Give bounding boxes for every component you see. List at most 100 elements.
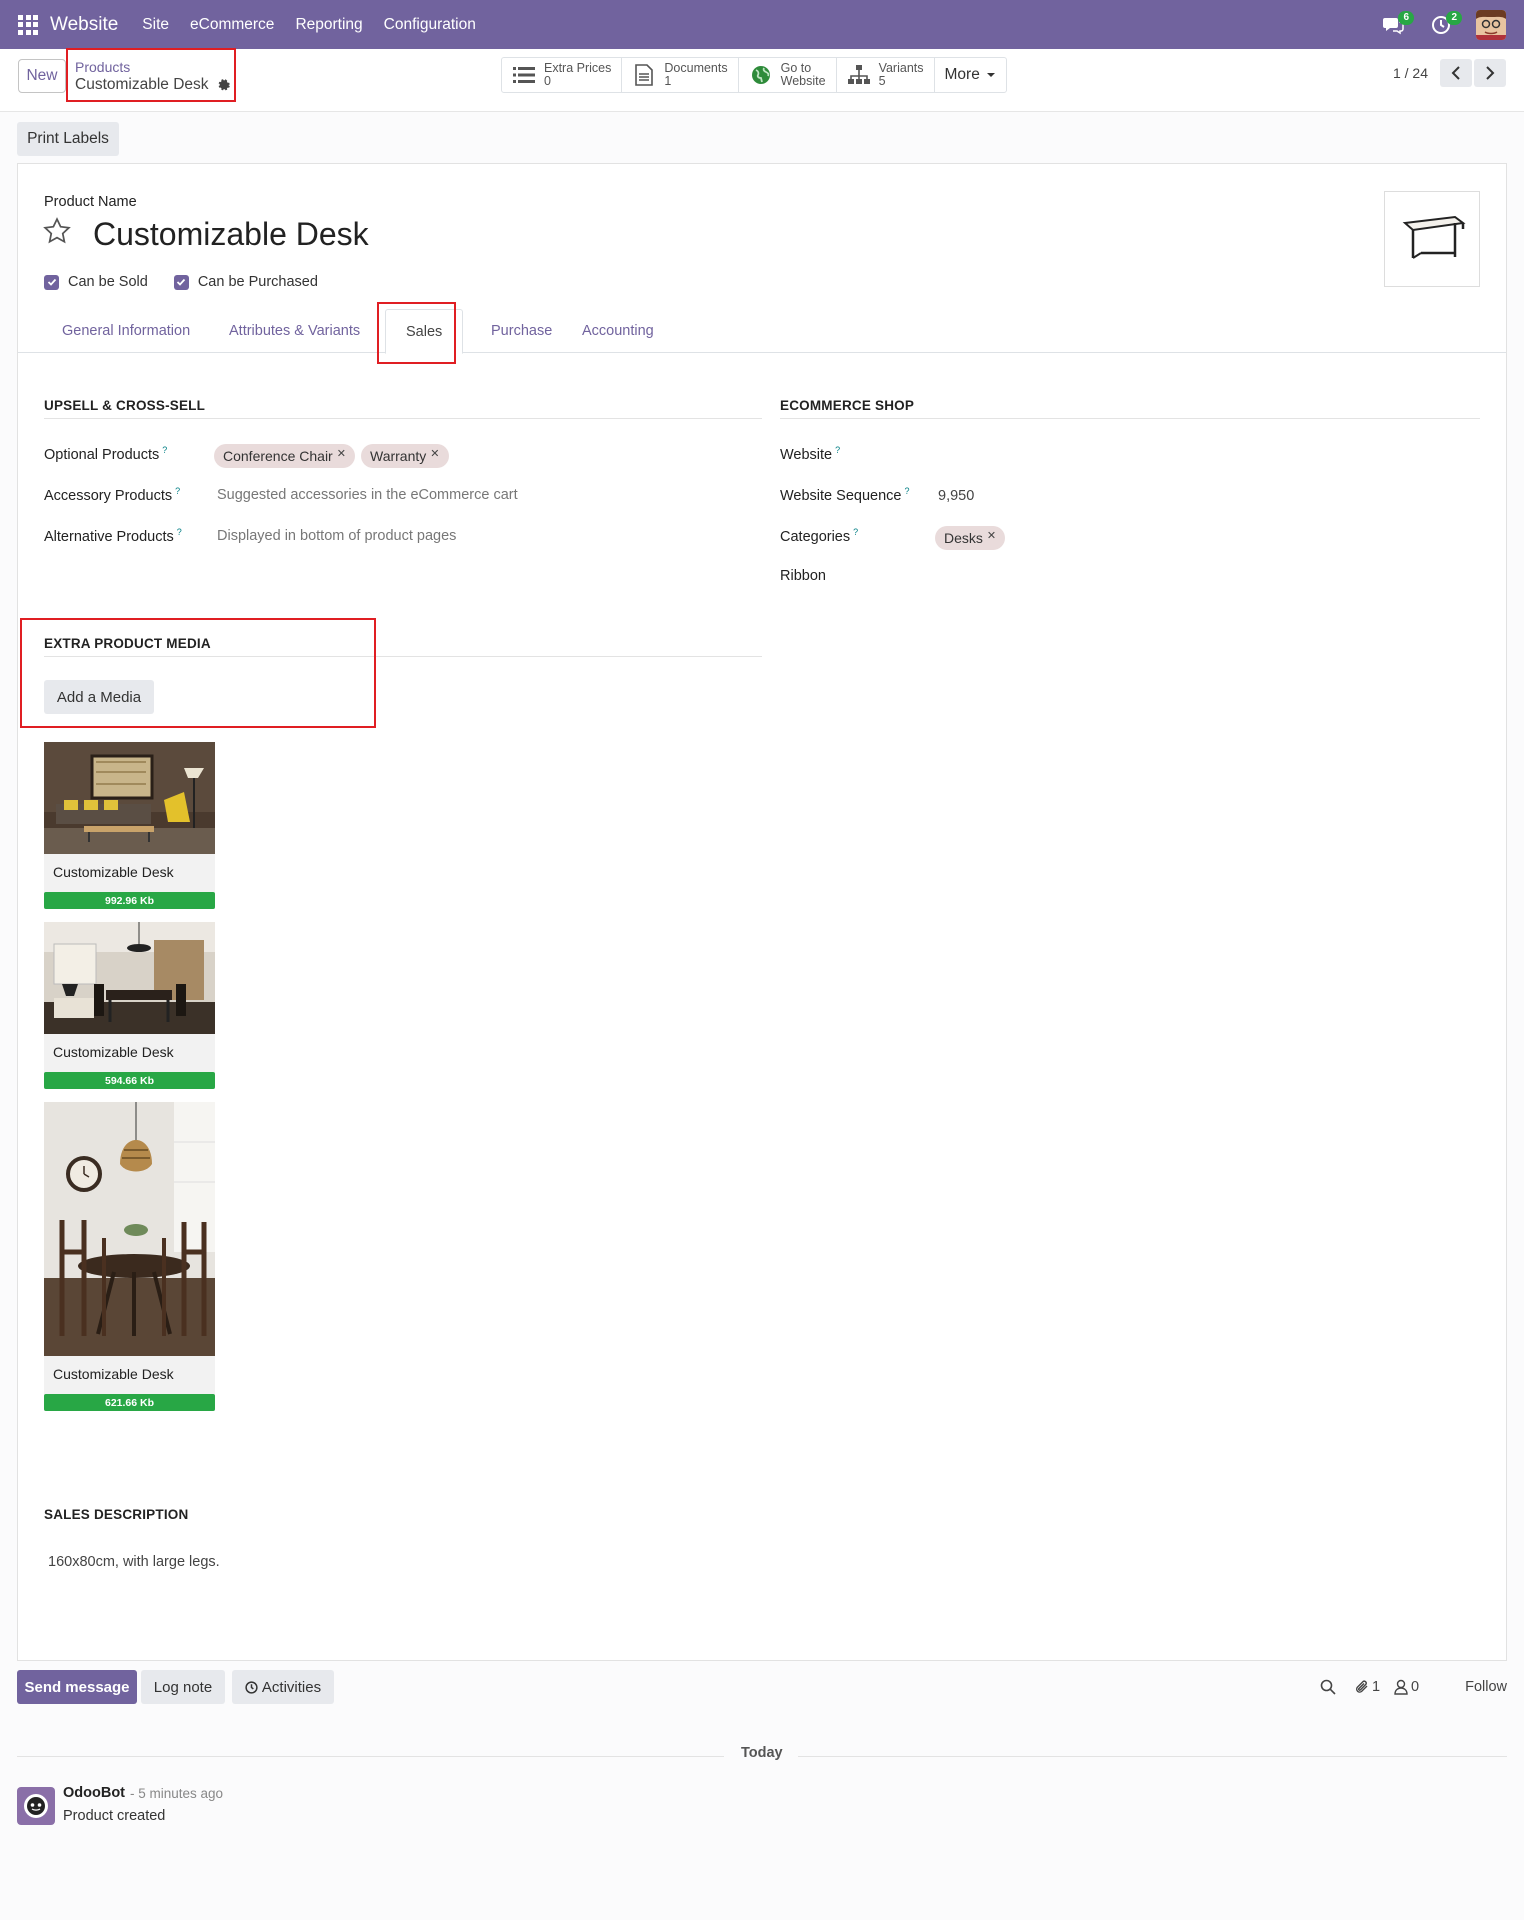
help-tooltip-icon[interactable]: ? xyxy=(175,486,180,496)
systray: 6 2 xyxy=(1360,9,1506,40)
tab-general-information[interactable]: General Information xyxy=(42,309,210,353)
breadcrumb-products-link[interactable]: Products xyxy=(75,59,230,75)
help-tooltip-icon[interactable]: ? xyxy=(162,445,167,455)
sales-description-field[interactable]: 160x80cm, with large legs. xyxy=(48,1554,220,1570)
globe-icon xyxy=(749,63,773,87)
tab-accounting[interactable]: Accounting xyxy=(562,309,674,353)
website-label-text: Website xyxy=(780,446,833,463)
menu-configuration[interactable]: Configuration xyxy=(384,16,476,34)
help-tooltip-icon[interactable]: ? xyxy=(177,527,182,537)
new-button[interactable]: New xyxy=(18,59,66,93)
chevron-right-icon xyxy=(1486,66,1495,80)
send-message-button[interactable]: Send message xyxy=(17,1670,137,1704)
documents-button[interactable]: Documents 1 xyxy=(622,58,739,92)
product-image[interactable] xyxy=(1384,191,1480,287)
add-media-button[interactable]: Add a Media xyxy=(44,680,154,714)
go-to-website-button[interactable]: Go to Website xyxy=(739,58,837,92)
followers-button[interactable]: 0 xyxy=(1394,1679,1419,1695)
go-to-value: Website xyxy=(780,74,826,88)
breadcrumb-current: Customizable Desk xyxy=(75,76,230,94)
help-tooltip-icon[interactable]: ? xyxy=(904,486,909,496)
extra-media-section-title: EXTRA PRODUCT MEDIA xyxy=(44,636,211,651)
favorite-star-icon[interactable] xyxy=(42,216,72,246)
app-grid-icon[interactable] xyxy=(18,14,38,35)
menu-ecommerce[interactable]: eCommerce xyxy=(190,16,274,34)
alternative-products-input[interactable]: Displayed in bottom of product pages xyxy=(217,528,456,544)
help-tooltip-icon[interactable]: ? xyxy=(835,445,840,455)
can-be-purchased-checkbox[interactable] xyxy=(173,274,189,290)
main-menu: Site eCommerce Reporting Configuration xyxy=(142,16,497,34)
media-thumbnail-living-room xyxy=(44,742,215,854)
activities-button[interactable]: Activities xyxy=(232,1670,334,1704)
go-to-title: Go to xyxy=(780,61,812,75)
categories-label-text: Categories xyxy=(780,528,851,545)
control-panel: New Products Customizable Desk Extra Pri… xyxy=(0,49,1524,112)
user-avatar[interactable] xyxy=(1476,9,1506,40)
tag-desks: Desks ✕ xyxy=(935,526,1006,550)
website-sequence-label-text: Website Sequence xyxy=(780,487,902,504)
tab-attributes-variants[interactable]: Attributes & Variants xyxy=(209,309,380,353)
message-body: Product created xyxy=(63,1808,166,1824)
product-name-field[interactable]: Customizable Desk xyxy=(93,216,369,253)
tab-sales[interactable]: Sales xyxy=(385,309,464,354)
media-card[interactable]: Customizable Desk 621.66 Kb xyxy=(44,1102,215,1411)
media-size-badge: 594.66 Kb xyxy=(44,1072,215,1089)
media-divider xyxy=(44,656,762,657)
gear-icon[interactable] xyxy=(217,78,230,92)
media-card[interactable]: Customizable Desk 594.66 Kb xyxy=(44,922,215,1089)
accessory-products-label: Accessory Products? xyxy=(44,486,180,504)
remove-tag-icon[interactable]: ✕ xyxy=(337,447,346,460)
print-labels-button[interactable]: Print Labels xyxy=(17,122,119,156)
media-thumbnail-dining-table xyxy=(44,1102,215,1356)
documents-value: 1 xyxy=(664,74,672,88)
pager-value[interactable]: 1 / 24 xyxy=(1393,65,1428,81)
top-navbar: Website Site eCommerce Reporting Configu… xyxy=(0,0,1524,49)
extra-prices-button[interactable]: Extra Prices 0 xyxy=(502,58,623,92)
messaging-icon[interactable]: 6 xyxy=(1378,10,1414,40)
chevron-left-icon xyxy=(1451,66,1460,80)
media-card[interactable]: Customizable Desk 992.96 Kb xyxy=(44,742,215,909)
document-icon xyxy=(632,63,656,87)
today-label: Today xyxy=(741,1745,783,1761)
follow-button[interactable]: Follow xyxy=(1465,1679,1507,1695)
tag-desks-label: Desks xyxy=(944,530,983,546)
website-sequence-label: Website Sequence? xyxy=(780,486,909,504)
extra-prices-title: Extra Prices xyxy=(544,61,612,75)
more-dropdown-button[interactable]: More xyxy=(935,58,1006,92)
accessory-products-label-text: Accessory Products xyxy=(44,487,173,504)
pager-previous-button[interactable] xyxy=(1440,59,1472,87)
search-icon xyxy=(1320,1679,1336,1695)
tab-purchase[interactable]: Purchase xyxy=(471,309,572,353)
website-sequence-input[interactable]: 9,950 xyxy=(938,488,974,504)
separator-line-right xyxy=(798,1756,1507,1757)
sale-purchase-checkboxes: Can be Sold Can be Purchased xyxy=(44,274,344,290)
menu-site[interactable]: Site xyxy=(142,16,169,34)
log-note-button[interactable]: Log note xyxy=(141,1670,225,1704)
clock-icon xyxy=(245,1680,258,1694)
remove-tag-icon[interactable]: ✕ xyxy=(987,529,996,542)
can-be-sold-checkbox[interactable] xyxy=(44,274,59,290)
activity-clock-icon[interactable]: 2 xyxy=(1426,10,1462,40)
alternative-products-label-text: Alternative Products xyxy=(44,528,174,545)
message-author[interactable]: OdooBot xyxy=(63,1785,125,1801)
message-timestamp: - 5 minutes ago xyxy=(130,1786,224,1801)
ecommerce-divider xyxy=(780,418,1480,419)
smart-buttons: Extra Prices 0 Documents 1 Go to Website Va… xyxy=(501,57,1007,93)
pager-next-button[interactable] xyxy=(1474,59,1506,87)
variants-title: Variants xyxy=(878,61,924,75)
variants-button[interactable]: Variants 5 xyxy=(837,58,935,92)
chatter-toolbar: Send message Log note Activities 1 0 Fol… xyxy=(17,1670,1507,1706)
accessory-products-input[interactable]: Suggested accessories in the eCommerce c… xyxy=(217,487,518,503)
app-name[interactable]: Website xyxy=(50,14,118,36)
odoobot-avatar[interactable] xyxy=(17,1787,55,1825)
list-icon xyxy=(512,63,536,87)
remove-tag-icon[interactable]: ✕ xyxy=(430,447,439,460)
search-messages-button[interactable] xyxy=(1320,1679,1336,1695)
activities-label: Activities xyxy=(261,1678,322,1696)
menu-reporting[interactable]: Reporting xyxy=(295,16,362,34)
pager: 1 / 24 xyxy=(1393,59,1506,87)
tag-warranty-label: Warranty xyxy=(370,448,427,464)
attachments-button[interactable]: 1 xyxy=(1354,1679,1380,1695)
help-tooltip-icon[interactable]: ? xyxy=(853,527,858,537)
can-be-purchased-label: Can be Purchased xyxy=(197,274,318,290)
